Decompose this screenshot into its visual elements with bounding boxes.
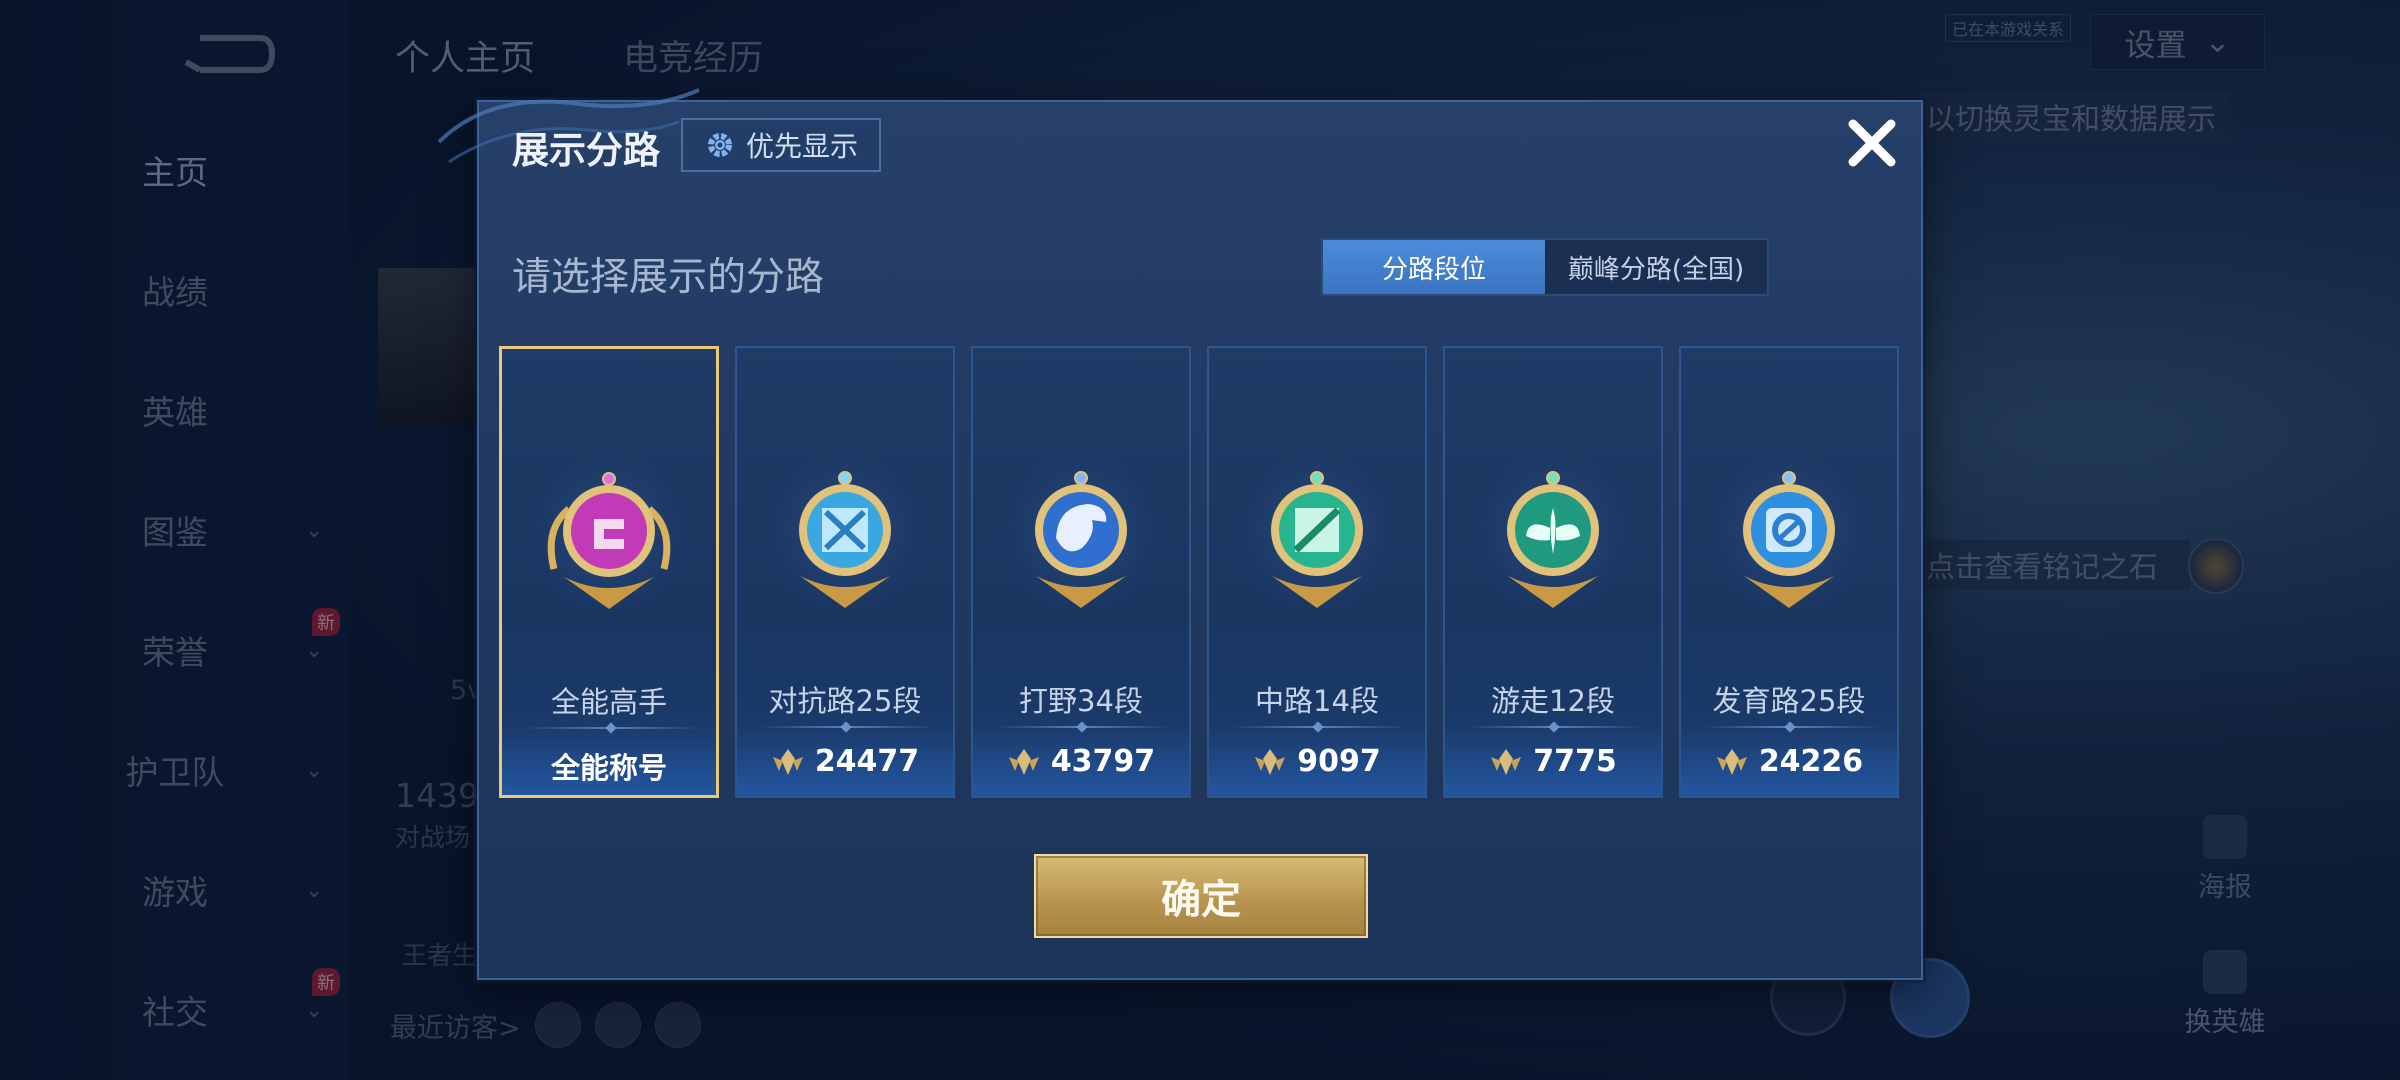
card-divider [1703, 726, 1879, 728]
lane-view-toggle: 分路段位 巅峰分路(全国) [1321, 238, 1769, 296]
lane-card-farm[interactable]: 发育路25段 24226 [1679, 346, 1899, 798]
lane-name: 中路14段 [1255, 684, 1379, 718]
lane-card-mid[interactable]: 中路14段 9097 [1207, 346, 1427, 798]
select-lane-prompt: 请选择展示的分路 [512, 255, 825, 300]
lane-card-roam[interactable]: 游走12段 7775 [1443, 346, 1663, 798]
gear-icon [707, 133, 732, 157]
rank-score-icon [1255, 748, 1286, 775]
toggle-lane-rank[interactable]: 分路段位 [1323, 240, 1545, 294]
rank-score-icon [1491, 748, 1522, 775]
all-round-emblem-icon [524, 449, 694, 619]
dialog-title: 展示分路 [512, 129, 660, 172]
card-value-row: 全能称号 [502, 745, 716, 787]
lane-name: 打野34段 [1019, 684, 1143, 718]
clash-lane-emblem-icon [760, 448, 930, 618]
lane-name: 游走12段 [1491, 684, 1615, 718]
card-divider [995, 726, 1171, 728]
rank-score: 24226 [1758, 744, 1864, 779]
rank-score: 9097 [1297, 744, 1381, 779]
card-divider [1467, 726, 1643, 728]
rank-score-icon [1008, 748, 1039, 775]
farm-lane-emblem-icon [1704, 448, 1874, 618]
rank-score: 24477 [814, 744, 920, 779]
mid-lane-emblem-icon [1232, 448, 1402, 618]
close-icon[interactable] [1839, 110, 1905, 176]
show-lane-dialog: 展示分路 优先显示 请选择展示的分路 分路段位 巅峰分路(全国) 全能高手 全能… [437, 88, 1923, 980]
lane-name: 对抗路25段 [768, 684, 922, 718]
rank-score: 43797 [1050, 744, 1156, 779]
roam-emblem-icon [1468, 448, 1638, 618]
title-value: 全能称号 [550, 751, 667, 785]
rank-score: 7775 [1533, 744, 1617, 779]
card-divider [759, 726, 935, 728]
confirm-button[interactable]: 确定 [1034, 854, 1368, 938]
lane-name: 全能高手 [550, 685, 667, 719]
confirm-label: 确定 [1161, 877, 1241, 923]
lane-card-jungle[interactable]: 打野34段 43797 [971, 346, 1191, 798]
lane-cards: 全能高手 全能称号 对抗路25段 24477 打野34段 43797 中路14段… [499, 346, 1909, 800]
card-divider [524, 727, 700, 729]
card-value-row: 43797 [973, 744, 1189, 779]
card-value-row: 9097 [1209, 744, 1425, 779]
card-value-row: 24226 [1681, 744, 1897, 779]
priority-display-label: 优先显示 [745, 130, 858, 163]
rank-score-icon [1716, 748, 1747, 775]
jungle-emblem-icon [996, 448, 1166, 618]
card-value-row: 24477 [737, 744, 953, 779]
lane-card-clash[interactable]: 对抗路25段 24477 [735, 346, 955, 798]
priority-display-button[interactable]: 优先显示 [681, 118, 881, 172]
lane-name: 发育路25段 [1712, 684, 1866, 718]
card-value-row: 7775 [1445, 744, 1661, 779]
card-divider [1231, 726, 1407, 728]
toggle-peak-lane[interactable]: 巅峰分路(全国) [1545, 240, 1767, 294]
lane-card-all-round[interactable]: 全能高手 全能称号 [499, 346, 719, 798]
rank-score-icon [772, 748, 803, 775]
